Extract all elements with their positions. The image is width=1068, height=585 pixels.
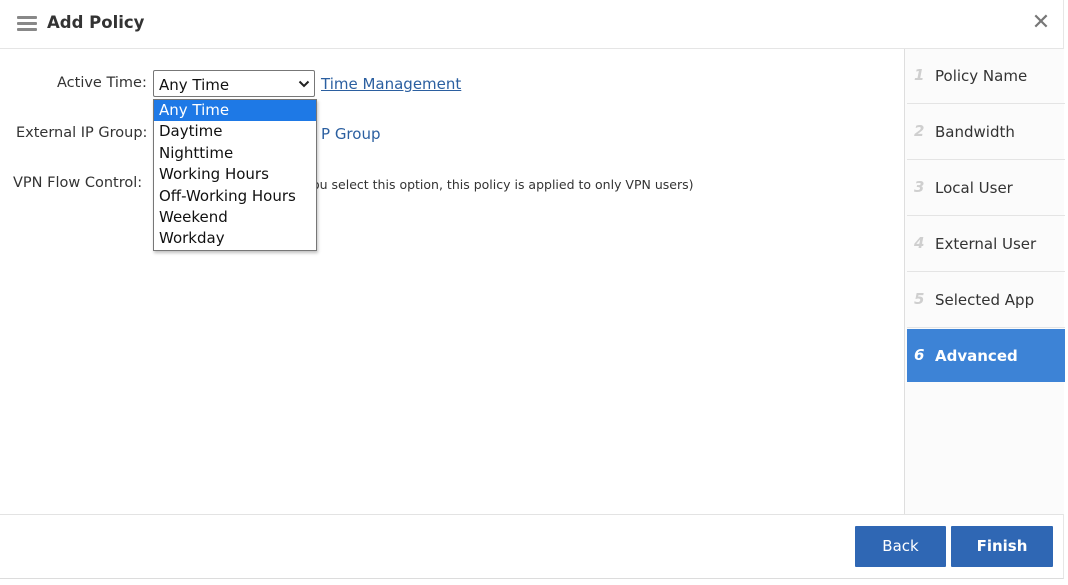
- dropdown-option-working-hours[interactable]: Working Hours: [154, 164, 316, 185]
- step-label: Selected App: [935, 291, 1035, 309]
- steps-panel: 1 Policy Name 2 Bandwidth 3 Local User 4…: [904, 49, 1065, 514]
- dropdown-option-weekend[interactable]: Weekend: [154, 207, 316, 228]
- dropdown-option-off-working-hours[interactable]: Off-Working Hours: [154, 186, 316, 207]
- step-number: 5: [914, 290, 925, 308]
- form-area: Active Time: External IP Group: VPN Flow…: [0, 49, 904, 514]
- active-time-dropdown: Any Time Daytime Nighttime Working Hours…: [153, 99, 317, 251]
- step-label: Advanced: [935, 347, 1018, 365]
- menu-icon[interactable]: [17, 16, 37, 31]
- vpn-flow-control-hint: ou select this option, this policy is ap…: [312, 177, 694, 192]
- active-time-label: Active Time:: [57, 75, 147, 91]
- vpn-flow-control-label: VPN Flow Control:: [13, 175, 143, 191]
- step-number: 1: [914, 66, 925, 84]
- dialog-footer: Back Finish: [0, 514, 1063, 579]
- close-icon[interactable]: ✕: [1031, 12, 1051, 34]
- back-button[interactable]: Back: [855, 526, 946, 567]
- external-ip-group-label: External IP Group:: [16, 125, 148, 141]
- dropdown-option-nighttime[interactable]: Nighttime: [154, 143, 316, 164]
- step-local-user[interactable]: 3 Local User: [907, 161, 1065, 216]
- finish-button[interactable]: Finish: [951, 526, 1053, 567]
- dialog-header: Add Policy ✕: [0, 0, 1063, 49]
- step-selected-app[interactable]: 5 Selected App: [907, 273, 1065, 328]
- dialog-title: Add Policy: [47, 13, 145, 32]
- step-advanced[interactable]: 6 Advanced: [907, 329, 1065, 382]
- active-time-select[interactable]: Any Time: [153, 70, 315, 97]
- step-policy-name[interactable]: 1 Policy Name: [907, 49, 1065, 104]
- time-management-link[interactable]: Time Management: [321, 75, 461, 93]
- step-label: Policy Name: [935, 67, 1028, 85]
- step-bandwidth[interactable]: 2 Bandwidth: [907, 105, 1065, 160]
- step-number: 2: [914, 122, 925, 140]
- add-policy-dialog: Add Policy ✕ Active Time: External IP Gr…: [0, 0, 1065, 579]
- active-time-select-value: Any Time: [159, 76, 230, 94]
- step-label: Local User: [935, 179, 1013, 197]
- step-external-user[interactable]: 4 External User: [907, 217, 1065, 272]
- step-label: Bandwidth: [935, 123, 1015, 141]
- step-label: External User: [935, 235, 1037, 253]
- dropdown-option-daytime[interactable]: Daytime: [154, 121, 316, 142]
- dropdown-option-any-time[interactable]: Any Time: [154, 100, 316, 122]
- chevron-down-icon: [298, 80, 310, 88]
- step-number: 6: [914, 346, 925, 364]
- dropdown-option-workday[interactable]: Workday: [154, 228, 316, 249]
- step-number: 3: [914, 178, 925, 196]
- external-ip-group-link[interactable]: P Group: [321, 125, 380, 143]
- step-number: 4: [914, 234, 925, 252]
